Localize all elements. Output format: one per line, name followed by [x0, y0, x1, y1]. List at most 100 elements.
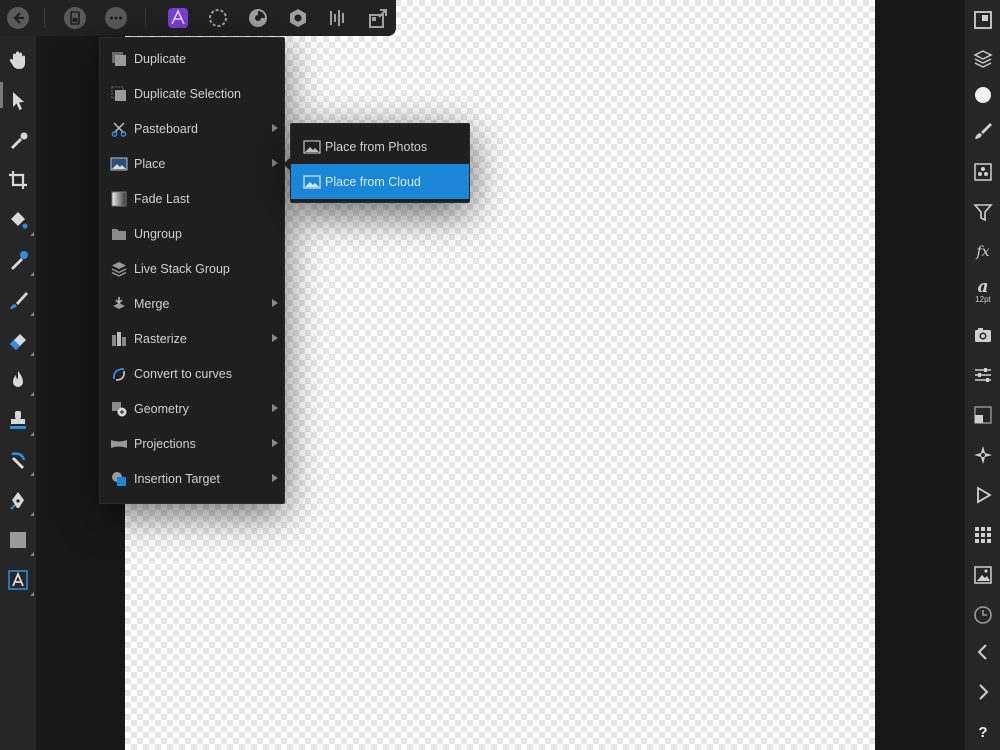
submenu-arrow-icon — [272, 404, 278, 412]
rasterize-icon — [110, 330, 128, 348]
text-style-glyph: a — [977, 277, 989, 297]
more-icon[interactable] — [104, 6, 128, 30]
place-submenu: Place from Photos Place from Cloud — [290, 123, 470, 203]
submenu-arrow-icon — [272, 299, 278, 307]
inpainting-tool-icon[interactable] — [6, 448, 34, 476]
convert-curves-icon — [110, 365, 128, 383]
chevron-left-icon[interactable] — [971, 640, 995, 664]
photos-icon — [303, 139, 321, 154]
menu-item-convert-to-curves[interactable]: Convert to curves — [100, 356, 284, 391]
flood-fill-tool-icon[interactable] — [6, 208, 34, 236]
hand-tool-icon[interactable] — [6, 48, 30, 72]
submenu-arrow-icon — [272, 124, 278, 132]
menu-item-label: Rasterize — [134, 331, 187, 346]
history-clock-icon[interactable] — [971, 603, 995, 627]
color-picker-tool-icon[interactable] — [6, 128, 30, 152]
color-icon[interactable] — [971, 83, 995, 107]
geometry-icon — [110, 400, 128, 418]
artistic-text-tool-icon[interactable] — [6, 568, 34, 596]
layers-icon[interactable] — [971, 47, 995, 71]
brushes-icon[interactable] — [971, 119, 995, 143]
menu-item-insertion-target[interactable]: Insertion Target — [100, 461, 284, 496]
duplicate-icon — [110, 50, 128, 68]
menu-item-label: Convert to curves — [134, 366, 232, 381]
active-tool-indicator — [0, 82, 3, 108]
submenu-item-label: Place from Photos — [325, 139, 428, 154]
help-icon[interactable]: ? — [971, 720, 995, 744]
filter-icon[interactable] — [971, 200, 995, 224]
font-size-label: 12pt — [975, 295, 991, 304]
crop-tool-icon[interactable] — [6, 168, 30, 192]
develop-persona-icon[interactable] — [246, 6, 270, 30]
menu-item-label: Ungroup — [134, 226, 182, 241]
submenu-item-place-from-cloud[interactable]: Place from Cloud — [291, 164, 469, 199]
tools-panel — [0, 36, 36, 750]
menu-item-label: Pasteboard — [134, 121, 198, 136]
context-menu: Duplicate Duplicate Selection Pasteboard… — [99, 37, 285, 504]
submenu-item-label: Place from Cloud — [325, 174, 421, 189]
submenu-arrow-icon — [272, 439, 278, 447]
effects-fx-icon[interactable]: fx — [971, 240, 995, 264]
menu-item-label: Duplicate — [134, 51, 187, 66]
clone-tool-icon[interactable] — [6, 408, 34, 436]
rectangle-tool-icon[interactable] — [6, 528, 34, 556]
top-toolbar — [0, 0, 396, 36]
burn-tool-icon[interactable] — [6, 368, 34, 396]
navigator-compass-icon[interactable] — [971, 443, 995, 467]
erase-brush-tool-icon[interactable] — [6, 328, 34, 356]
swatches-grid-icon[interactable] — [971, 523, 995, 547]
submenu-item-place-from-photos[interactable]: Place from Photos — [291, 129, 469, 164]
adjustments-icon[interactable] — [971, 363, 995, 387]
fade-icon — [110, 190, 128, 208]
liquify-persona-icon[interactable] — [206, 6, 230, 30]
menu-item-label: Live Stack Group — [134, 261, 230, 276]
duplicate-selection-icon — [110, 85, 128, 103]
folder-icon — [110, 225, 128, 243]
insertion-target-icon — [110, 470, 128, 488]
menu-item-label: Duplicate Selection — [134, 86, 242, 101]
photo-persona-icon[interactable] — [166, 6, 190, 30]
submenu-arrow-icon — [272, 474, 278, 482]
channels-icon[interactable] — [971, 160, 995, 184]
menu-item-label: Geometry — [134, 401, 189, 416]
menu-item-fade-last[interactable]: Fade Last — [100, 181, 284, 216]
menu-item-duplicate[interactable]: Duplicate — [100, 41, 284, 76]
menu-item-live-stack-group[interactable]: Live Stack Group — [100, 251, 284, 286]
submenu-arrow-icon — [272, 334, 278, 342]
text-style-panel[interactable]: a 12pt — [971, 276, 995, 308]
transform-icon[interactable] — [971, 403, 995, 427]
move-tool-icon[interactable] — [6, 88, 30, 112]
document-icon[interactable] — [63, 6, 87, 30]
share-icon[interactable] — [366, 6, 390, 30]
export-persona-icon[interactable] — [326, 6, 350, 30]
menu-item-pasteboard[interactable]: Pasteboard — [100, 111, 284, 146]
menu-item-label: Merge — [134, 296, 170, 311]
stock-image-icon[interactable] — [971, 563, 995, 587]
paint-brush-tool-icon[interactable] — [6, 288, 34, 316]
menu-item-merge[interactable]: Merge — [100, 286, 284, 321]
macro-play-icon[interactable] — [971, 483, 995, 507]
submenu-arrow-icon — [272, 159, 278, 167]
camera-icon[interactable] — [971, 323, 995, 347]
merge-icon — [110, 295, 128, 313]
toolbar-divider — [44, 8, 45, 28]
navigator-icon[interactable] — [971, 8, 995, 32]
pen-tool-icon[interactable] — [6, 488, 34, 516]
menu-item-projections[interactable]: Projections — [100, 426, 284, 461]
tone-mapping-persona-icon[interactable] — [286, 6, 310, 30]
cloud-image-icon — [303, 174, 321, 189]
selection-brush-tool-icon[interactable] — [6, 248, 34, 276]
menu-item-duplicate-selection[interactable]: Duplicate Selection — [100, 76, 284, 111]
menu-item-label: Insertion Target — [134, 471, 220, 486]
menu-item-rasterize[interactable]: Rasterize — [100, 321, 284, 356]
chevron-right-icon[interactable] — [971, 680, 995, 704]
menu-item-ungroup[interactable]: Ungroup — [100, 216, 284, 251]
scissors-icon — [110, 120, 128, 138]
menu-item-geometry[interactable]: Geometry — [100, 391, 284, 426]
menu-item-place[interactable]: Place — [100, 146, 284, 181]
menu-item-label: Fade Last — [134, 191, 190, 206]
menu-item-label: Place — [134, 156, 166, 171]
menu-item-label: Projections — [134, 436, 196, 451]
back-icon[interactable] — [6, 6, 30, 30]
place-image-icon — [110, 155, 128, 173]
